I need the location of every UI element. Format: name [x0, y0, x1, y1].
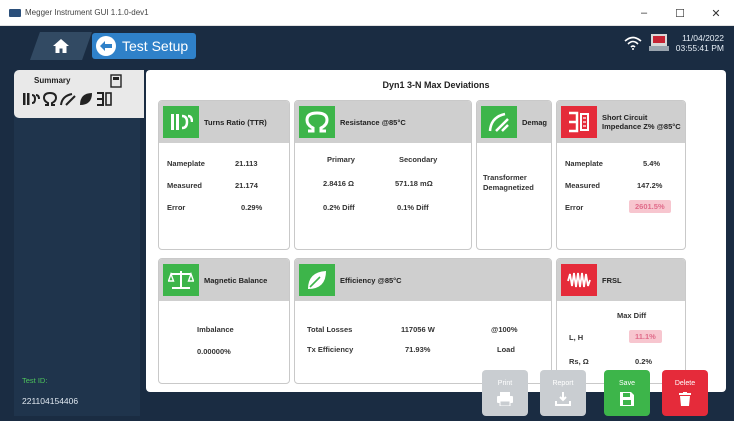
- rs-label: Rs, Ω: [569, 357, 589, 366]
- imbalance-label: Imbalance: [197, 325, 234, 334]
- printer-icon: [497, 392, 513, 406]
- resistance-card[interactable]: Resistance @85°C Primary Secondary 2.841…: [294, 100, 472, 250]
- save-disk-icon: [620, 392, 634, 406]
- minimize-button[interactable]: –: [626, 0, 662, 26]
- leaf-icon: [80, 93, 92, 105]
- date-label: 11/04/2022: [682, 33, 724, 43]
- home-button[interactable]: [30, 32, 92, 60]
- top-bar: Test Setup 11/04/2022 03:55:41 PM: [0, 26, 734, 68]
- short-circuit-impedance-card[interactable]: Short Circuit Impedance Z% @85°C Namepla…: [556, 100, 686, 250]
- secondary-value: 571.18 mΩ: [395, 179, 433, 188]
- frsl-waveform-icon: [561, 264, 597, 296]
- print-label: Print: [497, 380, 513, 387]
- back-button[interactable]: Test Setup: [92, 33, 196, 59]
- tx-efficiency-label: Tx Efficiency: [307, 345, 354, 354]
- primary-value: 2.8416 Ω: [323, 179, 355, 188]
- leaf-icon: [299, 264, 335, 296]
- turns-ratio-icon: [163, 106, 199, 138]
- demag-icon: [481, 106, 517, 138]
- back-button-label: Test Setup: [122, 38, 189, 54]
- turns-ratio-icon: [23, 93, 40, 105]
- demag-status: Transformer Demagnetized: [483, 173, 534, 192]
- save-button[interactable]: Save: [604, 370, 650, 416]
- nameplate-value: 21.113: [235, 159, 258, 168]
- card-title: Turns Ratio (TTR): [204, 117, 267, 127]
- back-arrow-icon: [96, 36, 116, 56]
- max-diff-label: Max Diff: [617, 311, 647, 320]
- summary-tab[interactable]: Summary: [14, 70, 144, 118]
- window-titlebar: Megger Instrument GUI 1.1.0-dev1 – ☐ ✕: [0, 0, 734, 26]
- total-losses-label: Total Losses: [307, 325, 353, 334]
- lh-value-highlighted: 11.1%: [629, 330, 662, 343]
- error-label: Error: [565, 203, 584, 212]
- impedance-icon: [97, 92, 112, 106]
- demag-card[interactable]: Demag Transformer Demagnetized: [476, 100, 552, 250]
- error-value: 0.29%: [241, 203, 263, 212]
- efficiency-card[interactable]: Efficiency @85°C Total Losses 117056 W @…: [294, 258, 552, 384]
- balance-scale-icon: [163, 264, 199, 296]
- summary-tab-label: Summary: [34, 76, 71, 85]
- print-button[interactable]: Print: [482, 370, 528, 416]
- card-title: Demag: [522, 117, 548, 127]
- primary-diff: 0.2% Diff: [323, 203, 355, 212]
- test-id-value: 221104154406: [22, 396, 79, 406]
- error-label: Error: [167, 203, 186, 212]
- nameplate-label: Nameplate: [565, 159, 603, 168]
- magnetic-balance-card[interactable]: Magnetic Balance Imbalance 0.00000%: [158, 258, 290, 384]
- impedance-icon: [561, 106, 597, 138]
- test-id-panel: Test ID: 221104154406: [14, 368, 140, 416]
- content-title: Dyn1 3-N Max Deviations: [382, 80, 490, 90]
- imbalance-value: 0.00000%: [197, 347, 231, 356]
- app-icon: [9, 8, 21, 17]
- delete-label: Delete: [674, 380, 696, 387]
- time-label: 03:55:41 PM: [675, 43, 724, 53]
- turns-ratio-card[interactable]: Turns Ratio (TTR) Nameplate 21.113 Measu…: [158, 100, 290, 250]
- report-label: Report: [552, 380, 574, 387]
- delete-button[interactable]: Delete: [662, 370, 708, 416]
- home-icon: [53, 39, 69, 53]
- frsl-card[interactable]: FRSL Max Diff L, H 11.1% Rs, Ω 0.2%: [556, 258, 686, 384]
- export-icon: [555, 392, 571, 406]
- summary-content-panel: Dyn1 3-N Max Deviations Turns Ratio (TTR…: [146, 70, 726, 392]
- instrument-icon: [648, 32, 670, 54]
- app-area: Test Setup 11/04/2022 03:55:41 PM Summar…: [0, 26, 734, 421]
- close-button[interactable]: ✕: [698, 0, 734, 26]
- nameplate-label: Nameplate: [167, 159, 205, 168]
- card-title: Resistance @85°C: [340, 117, 406, 127]
- lh-label: L, H: [569, 333, 584, 342]
- card-title: Magnetic Balance: [204, 275, 268, 285]
- measured-value: 147.2%: [637, 181, 663, 190]
- rs-value: 0.2%: [635, 357, 653, 366]
- nameplate-value: 5.4%: [643, 159, 661, 168]
- window-title: Megger Instrument GUI 1.1.0-dev1: [25, 8, 149, 17]
- measured-label: Measured: [565, 181, 601, 190]
- omega-icon: [43, 92, 57, 106]
- report-button[interactable]: Report: [540, 370, 586, 416]
- demag-icon: [60, 93, 76, 106]
- card-title: FRSL: [602, 275, 622, 285]
- card-title: Efficiency @85°C: [340, 275, 402, 285]
- total-losses-value: 117056 W: [401, 325, 435, 334]
- secondary-diff: 0.1% Diff: [397, 203, 429, 212]
- save-label: Save: [619, 380, 635, 387]
- tx-efficiency-value: 71.93%: [405, 345, 431, 354]
- test-id-label: Test ID:: [22, 376, 48, 385]
- trash-icon: [679, 392, 691, 406]
- wifi-icon: [624, 36, 642, 50]
- primary-label: Primary: [327, 155, 355, 164]
- maximize-button[interactable]: ☐: [662, 0, 698, 26]
- load-label: Load: [497, 345, 515, 354]
- document-icon: [110, 74, 122, 88]
- measured-label: Measured: [167, 181, 203, 190]
- card-title: Short Circuit Impedance Z% @85°C: [602, 113, 681, 131]
- left-nav-panel: [14, 72, 140, 390]
- measured-value: 21.174: [235, 181, 258, 190]
- secondary-label: Secondary: [399, 155, 438, 164]
- omega-icon: [299, 106, 335, 138]
- error-value-highlighted: 2601.5%: [629, 200, 671, 213]
- load-percent: @100%: [491, 325, 518, 334]
